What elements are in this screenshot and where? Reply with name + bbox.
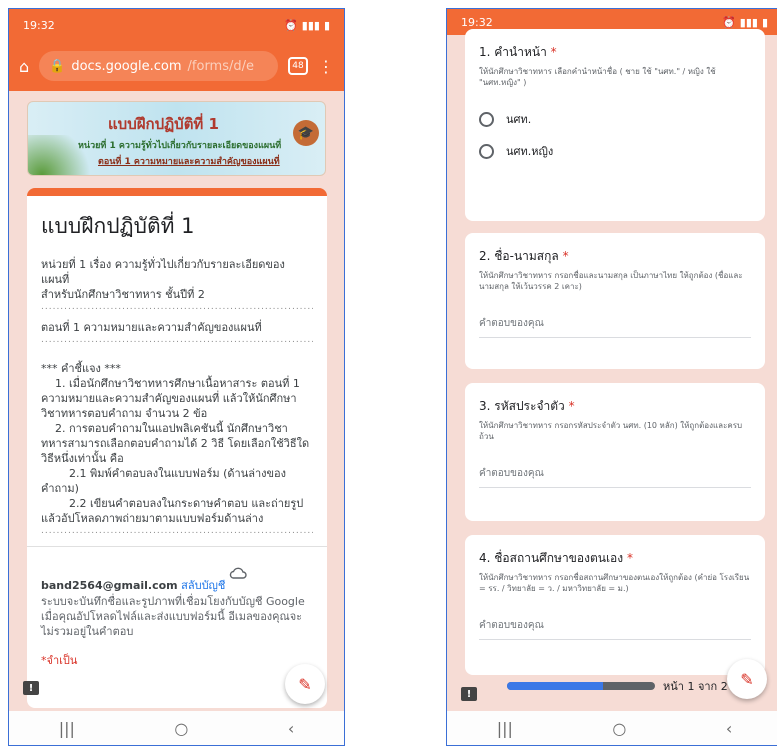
recents-button[interactable]: ||| — [59, 719, 75, 738]
question-title: 3. รหัสประจำตัว * — [479, 397, 751, 416]
signal-icon: ▮▮▮ — [739, 15, 758, 29]
browser-url-bar: ⌂ 🔒 docs.google.com/forms/d/e 48 ⋮ — [9, 41, 344, 91]
question-help: ให้นักศึกษาวิชาทหาร กรอกชื่อสถานศึกษาของ… — [479, 573, 750, 593]
question-title: 2. ชื่อ-นามสกุล * — [479, 247, 751, 266]
answer-input[interactable]: คำตอบของคุณ — [479, 618, 751, 640]
radio-label: นศท. — [506, 113, 532, 126]
banner-unit: หน่วยที่ 1 ความรู้ทั่วไปเกี่ยวกับรายละเอ… — [78, 141, 282, 151]
privacy-note: ระบบจะบันทึกชื่อและรูปภาพที่เชื่อมโยงกับ… — [41, 595, 305, 638]
back-button[interactable]: ‹ — [726, 719, 732, 738]
lock-icon: 🔒 — [49, 58, 66, 74]
alarm-icon: ⏰ — [284, 18, 298, 32]
home-button[interactable]: ○ — [174, 719, 188, 738]
status-bar: 19:32 ⏰ ▮▮▮ ▮ — [9, 9, 344, 41]
form-title: แบบฝึกปฏิบัติที่ 1 — [41, 214, 195, 238]
page-progress: หน้า 1 จาก 2 — [507, 677, 728, 695]
home-icon[interactable]: ⌂ — [19, 57, 29, 76]
instruction-2-2: 2.2 เขียนคำตอบลงในกระดาษคำตอบ และถ่ายรูป… — [41, 497, 304, 525]
dotted-divider: ........................................… — [41, 335, 313, 345]
radio-circle[interactable] — [479, 143, 494, 159]
status-time: 19:32 — [23, 18, 55, 32]
instruction-2-1: 2.1 พิมพ์คำตอบลงในแบบฟอร์ม (ด้านล่างของค… — [41, 467, 287, 495]
home-button[interactable]: ○ — [612, 719, 626, 738]
url-domain: docs.google.com — [71, 58, 182, 74]
left-phone-screen: 19:32 ⏰ ▮▮▮ ▮ ⌂ 🔒 docs.google.com/forms/… — [8, 8, 345, 746]
tab-count-button[interactable]: 48 — [288, 57, 308, 75]
signal-icon: ▮▮▮ — [301, 18, 320, 32]
question-help: ให้นักศึกษาวิชาทหาร กรอกรหัสประจำตัว นศท… — [479, 421, 743, 441]
question-title: 1. คำนำหน้า * — [479, 43, 751, 62]
answer-input[interactable]: คำตอบของคุณ — [479, 466, 751, 488]
switch-account-link[interactable]: สลับบัญชี — [181, 579, 225, 592]
question-title-text: 4. ชื่อสถานศึกษาของตนเอง — [479, 551, 624, 565]
alarm-icon: ⏰ — [722, 15, 736, 29]
recents-button[interactable]: ||| — [497, 719, 513, 738]
required-star: * — [562, 249, 569, 263]
progress-track — [507, 682, 655, 690]
question-help: ให้นักศึกษาวิชาทหาร เลือกคำนำหน้าชื่อ ( … — [479, 67, 716, 87]
cloud-icon — [229, 567, 247, 579]
question-title-text: 2. ชื่อ-นามสกุล — [479, 249, 559, 263]
banner-section: ตอนที่ 1 ความหมายและความสำคัญของแผนที่ — [98, 157, 280, 167]
form-unit-line: หน่วยที่ 1 เรื่อง ความรู้ทั่วไปเกี่ยวกับ… — [41, 258, 285, 286]
status-time: 19:32 — [461, 15, 493, 29]
instruction-1: 1. เมื่อนักศึกษาวิชาทหารศึกษาเนื้อหาสาระ… — [41, 377, 300, 420]
pencil-icon: ✎ — [298, 674, 312, 694]
status-icons: ⏰ ▮▮▮ ▮ — [722, 16, 768, 29]
edit-fab-button[interactable]: ✎ — [727, 659, 767, 699]
account-email: band2564@gmail.com — [41, 579, 178, 592]
battery-icon: ▮ — [323, 18, 330, 32]
instructions-heading: *** คำชี้แจง *** — [41, 362, 121, 375]
question-card-4: 4. ชื่อสถานศึกษาของตนเอง * ให้นักศึกษาวิ… — [465, 535, 765, 675]
android-nav-bar: ||| ○ ‹ — [9, 711, 344, 745]
android-nav-bar: ||| ○ ‹ — [447, 711, 777, 745]
dotted-divider: ........................................… — [41, 526, 313, 536]
status-icons: ⏰ ▮▮▮ ▮ — [284, 19, 330, 32]
url-field[interactable]: 🔒 docs.google.com/forms/d/e — [39, 51, 278, 81]
required-indicator: *จำเป็น — [41, 654, 78, 667]
form-audience-line: สำหรับนักศึกษาวิชาทหาร ชั้นปีที่ 2 — [41, 288, 205, 301]
instruction-2: 2. การตอบคำถามในแอปพลิเคชันนี้ นักศึกษาว… — [41, 422, 310, 465]
pencil-icon: ✎ — [740, 669, 754, 689]
radio-option-nasoth-female[interactable]: นศท.หญิง — [479, 142, 751, 160]
question-card-2: 2. ชื่อ-นามสกุล * ให้นักศึกษาวิชาทหาร กร… — [465, 233, 765, 369]
question-title-text: 1. คำนำหน้า — [479, 45, 547, 59]
question-title: 4. ชื่อสถานศึกษาของตนเอง * — [479, 549, 751, 568]
radio-circle[interactable] — [479, 111, 494, 127]
banner-title: แบบฝึกปฏิบัติที่ 1 — [108, 115, 219, 133]
question-card-3: 3. รหัสประจำตัว * ให้นักศึกษาวิชาทหาร กร… — [465, 383, 765, 521]
right-phone-screen: 19:32 ⏰ ▮▮▮ ▮ 1. คำนำหน้า * ให้นักศึกษาว… — [446, 8, 777, 746]
question-help: ให้นักศึกษาวิชาทหาร กรอกชื่อและนามสกุล เ… — [479, 271, 743, 291]
form-section-line: ตอนที่ 1 ความหมายและความสำคัญของแผนที่ — [41, 321, 262, 334]
more-menu-icon[interactable]: ⋮ — [318, 57, 334, 76]
required-star: * — [550, 45, 557, 59]
progress-label: หน้า 1 จาก 2 — [663, 680, 728, 693]
required-star: * — [568, 399, 575, 413]
url-path: /forms/d/e — [187, 58, 255, 74]
progress-fill — [507, 682, 604, 690]
radio-label: นศท.หญิง — [506, 145, 554, 158]
question-card-1: 1. คำนำหน้า * ให้นักศึกษาวิชาทหาร เลือกค… — [465, 29, 765, 221]
form-intro-card: แบบฝึกปฏิบัติที่ 1 หน่วยที่ 1 เรื่อง ควา… — [27, 188, 327, 708]
radio-option-nasoth[interactable]: นศท. — [479, 110, 751, 128]
answer-input[interactable]: คำตอบของคุณ — [479, 316, 751, 338]
question-title-text: 3. รหัสประจำตัว — [479, 399, 565, 413]
form-header-banner: แบบฝึกปฏิบัติที่ 1 หน่วยที่ 1 ความรู้ทั่… — [27, 101, 326, 176]
report-feedback-icon[interactable]: ! — [461, 687, 477, 701]
back-button[interactable]: ‹ — [288, 719, 294, 738]
report-feedback-icon[interactable]: ! — [23, 681, 39, 695]
dotted-divider: ........................................… — [41, 302, 313, 312]
required-star: * — [626, 551, 633, 565]
edit-fab-button[interactable]: ✎ — [285, 664, 325, 704]
graduation-cap-icon: 🎓 — [293, 120, 319, 146]
account-row: band2564@gmail.com สลับบัญชี ระบบจะบันทึ… — [27, 546, 327, 669]
battery-icon: ▮ — [761, 15, 768, 29]
